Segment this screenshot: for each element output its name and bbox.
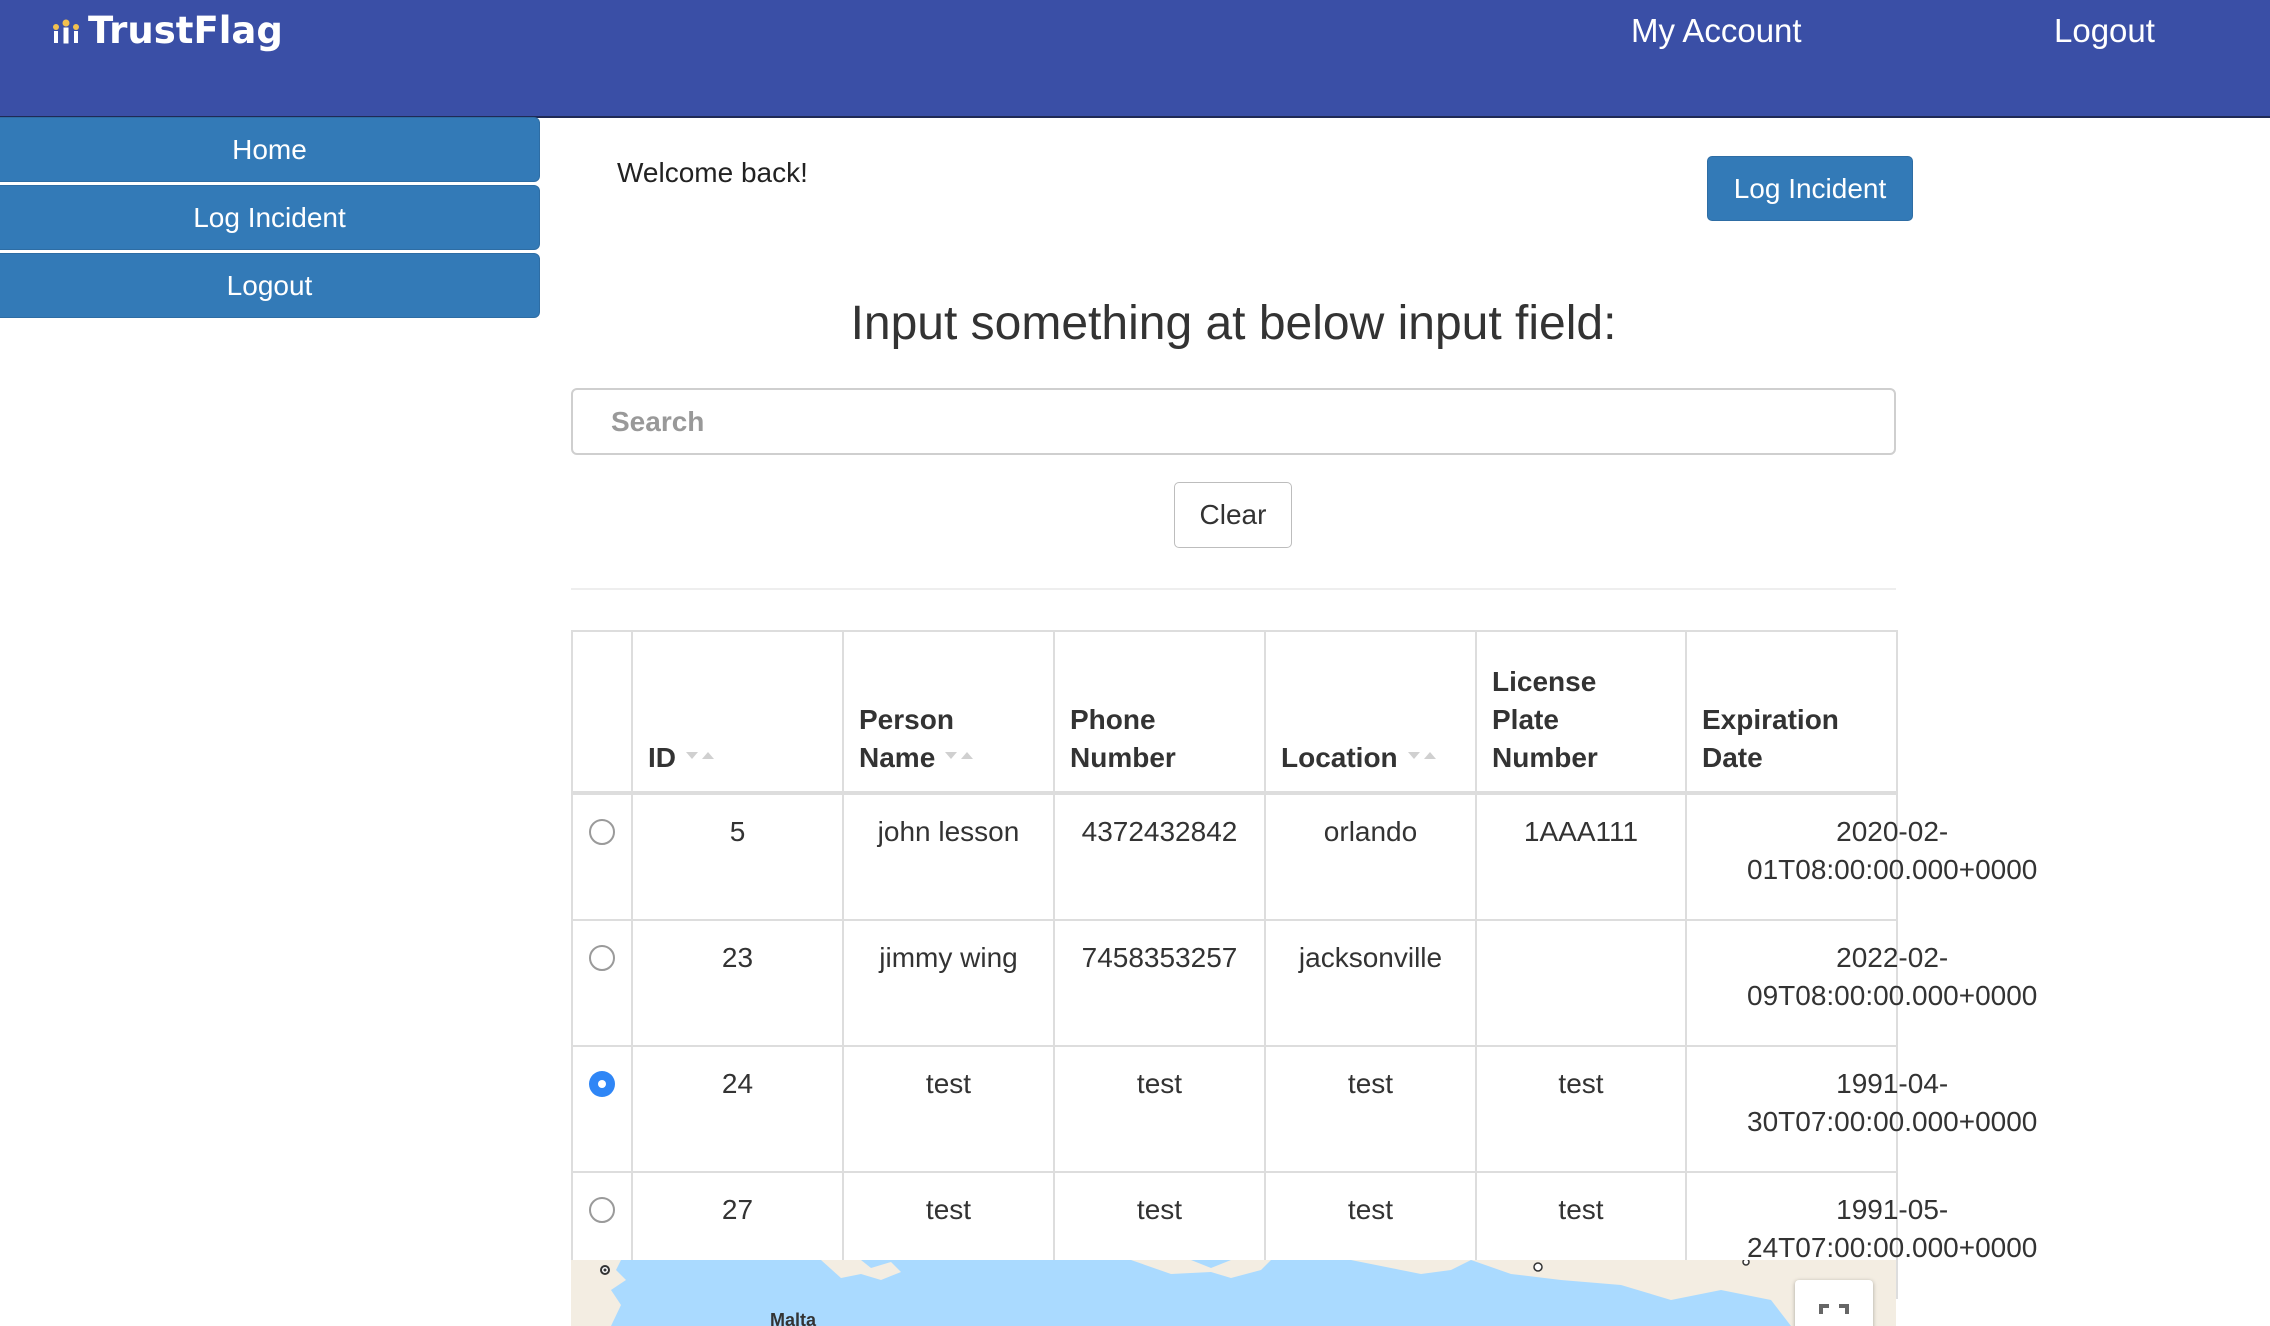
column-header-label: License: [1492, 666, 1597, 697]
people-logo-icon: [53, 19, 79, 44]
expiration-date-line: 01T08:00:00.000+0000: [1747, 854, 2038, 885]
row-select-radio[interactable]: [589, 945, 615, 971]
divider: [571, 588, 1896, 590]
cell-phone-number: 4372432842: [1053, 792, 1266, 921]
expiration-date-text: 2022-02- 09T08:00:00.000+0000: [1747, 939, 2037, 1015]
row-select-cell: [571, 792, 633, 921]
map-fullscreen-button[interactable]: [1795, 1280, 1873, 1326]
table-row[interactable]: 23 jimmy wing 7458353257 jacksonville 2022-0…: [571, 919, 2037, 1047]
expiration-date-text: 1991-05- 24T07:00:00.000+0000: [1747, 1191, 2037, 1267]
brand-logo[interactable]: TrustFlag: [48, 6, 283, 54]
cell-license-plate: 1AAA111: [1475, 792, 1687, 921]
column-header-location[interactable]: Location: [1264, 630, 1477, 794]
fullscreen-icon: [1819, 1304, 1849, 1314]
cell-location: jacksonville: [1264, 919, 1477, 1047]
column-header-label: Number: [1492, 742, 1598, 773]
column-header-person-name[interactable]: Person Name: [842, 630, 1055, 794]
column-header-label: Plate: [1492, 704, 1559, 735]
sidebar-item-log-incident[interactable]: Log Incident: [0, 185, 540, 250]
welcome-message: Welcome back!: [617, 157, 808, 188]
row-select-cell: [571, 1045, 633, 1173]
logout-link[interactable]: Logout: [2054, 12, 2155, 50]
top-navbar: TrustFlag My Account Logout: [0, 0, 2270, 118]
cell-expiration-date: 2022-02- 09T08:00:00.000+0000: [1685, 919, 2037, 1047]
column-header-label: Expiration: [1702, 704, 1839, 735]
row-select-radio[interactable]: [589, 1197, 615, 1223]
table-header-row: ID Person Name Phone Number Location License Pl…: [571, 630, 1898, 794]
sort-icon[interactable]: [684, 749, 716, 763]
cell-expiration-date: 1991-04- 30T07:00:00.000+0000: [1685, 1045, 2037, 1173]
map-view[interactable]: Malta: [571, 1260, 1896, 1326]
column-header-license-plate: License Plate Number: [1475, 630, 1687, 794]
my-account-link[interactable]: My Account: [1631, 12, 1802, 50]
row-select-radio[interactable]: [589, 819, 615, 845]
cell-expiration-date: 2020-02- 01T08:00:00.000+0000: [1685, 792, 2037, 921]
column-header-label: Name: [859, 742, 936, 773]
column-header-phone-number: Phone Number: [1053, 630, 1266, 794]
column-header-label: Person: [859, 704, 954, 735]
cell-license-plate: [1475, 919, 1687, 1047]
cell-person-name: john lesson: [842, 792, 1055, 921]
expiration-date-line: 30T07:00:00.000+0000: [1747, 1106, 2038, 1137]
cell-id: 23: [631, 919, 844, 1047]
cell-id: 24: [631, 1045, 844, 1173]
expiration-date-line: 2022-02-: [1836, 942, 1949, 973]
column-header-label: Date: [1702, 742, 1763, 773]
expiration-date-text: 2020-02- 01T08:00:00.000+0000: [1747, 813, 2037, 889]
expiration-date-line: 24T07:00:00.000+0000: [1747, 1232, 2038, 1263]
cell-person-name: test: [842, 1045, 1055, 1173]
map-label-malta: Malta: [770, 1310, 817, 1326]
sort-icon[interactable]: [943, 749, 975, 763]
expiration-date-line: 1991-04-: [1836, 1068, 1949, 1099]
column-header-label: Number: [1070, 742, 1176, 773]
table-body: 5 john lesson 4372432842 orlando 1AAA111 2020…: [571, 792, 2037, 1299]
row-select-radio[interactable]: [589, 1071, 615, 1097]
column-header-id[interactable]: ID: [631, 630, 844, 794]
column-header-label: Phone: [1070, 704, 1156, 735]
table-row[interactable]: 24 test test test test 1991-04- 30T07:00:00.00…: [571, 1045, 2037, 1173]
expiration-date-text: 1991-04- 30T07:00:00.000+0000: [1747, 1065, 2037, 1141]
sort-icon[interactable]: [1406, 749, 1438, 763]
cell-person-name: jimmy wing: [842, 919, 1055, 1047]
column-header-label: Location: [1281, 742, 1398, 773]
incident-table: ID Person Name Phone Number Location License Pl…: [571, 630, 2037, 1299]
incident-table-container: ID Person Name Phone Number Location License Pl…: [571, 630, 2037, 1299]
column-header-expiration-date: Expiration Date: [1685, 630, 1898, 794]
cell-location: test: [1264, 1045, 1477, 1173]
cell-license-plate: test: [1475, 1045, 1687, 1173]
cell-id: 5: [631, 792, 844, 921]
cell-location: orlando: [1264, 792, 1477, 921]
table-row[interactable]: 5 john lesson 4372432842 orlando 1AAA111 2020…: [571, 792, 2037, 921]
row-select-cell: [571, 919, 633, 1047]
cell-phone-number: test: [1053, 1045, 1266, 1173]
clear-button[interactable]: Clear: [1174, 482, 1292, 548]
brand-name: TrustFlag: [88, 8, 283, 52]
log-incident-button[interactable]: Log Incident: [1707, 156, 1913, 221]
search-input[interactable]: [571, 388, 1896, 455]
expiration-date-line: 1991-05-: [1836, 1194, 1949, 1225]
column-header-label: ID: [648, 742, 676, 773]
page-title: Input something at below input field:: [850, 297, 1617, 350]
column-header-select: [571, 630, 633, 794]
sidebar-item-logout[interactable]: Logout: [0, 253, 540, 318]
sidebar: Home Log Incident Logout: [0, 117, 540, 321]
sidebar-item-home[interactable]: Home: [0, 117, 540, 182]
cell-phone-number: 7458353257: [1053, 919, 1266, 1047]
expiration-date-line: 09T08:00:00.000+0000: [1747, 980, 2038, 1011]
expiration-date-line: 2020-02-: [1836, 816, 1949, 847]
